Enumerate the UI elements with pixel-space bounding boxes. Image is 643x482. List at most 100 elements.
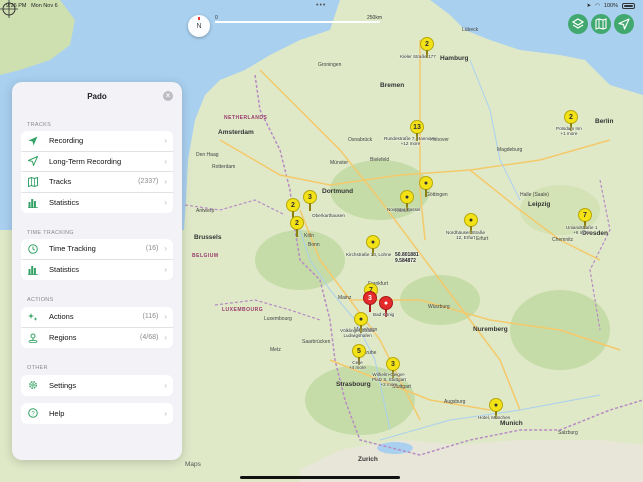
settings-group: Settings ›	[21, 375, 173, 396]
status-time: 9:26 PM Mon Nov 6	[6, 3, 58, 9]
map-icon	[27, 176, 38, 187]
region-pin-icon	[27, 332, 38, 343]
location-arrow-outline-icon	[27, 156, 38, 167]
sidebar-item-regions[interactable]: Regions (4/68) ›	[21, 328, 173, 349]
layers-icon	[572, 18, 584, 29]
pin-caption: Bad König	[373, 312, 395, 317]
city-label: Luxembourg	[264, 316, 292, 322]
chevron-right-icon: ›	[164, 156, 167, 166]
map-pin[interactable]: 3	[303, 190, 317, 212]
city-label: Strasbourg	[336, 381, 371, 388]
sidebar-item-long-term-recording[interactable]: Long-Term Recording ›	[21, 152, 173, 172]
section-header-other: OTHER	[27, 365, 48, 371]
city-label: Bremen	[380, 82, 405, 89]
city-label: Brussels	[194, 234, 222, 241]
sidebar-item-time-tracking[interactable]: Time Tracking (16) ›	[21, 239, 173, 260]
chevron-right-icon: ›	[164, 333, 167, 343]
chevron-right-icon: ›	[164, 244, 167, 254]
city-label: Munich	[500, 420, 523, 427]
city-label: Köln	[304, 233, 315, 239]
gear-icon	[27, 380, 38, 391]
sidebar-item-time-statistics[interactable]: Statistics ›	[21, 260, 173, 281]
maps-attribution[interactable]: Maps	[185, 461, 201, 468]
sidebar-item-tracks[interactable]: Tracks (2337) ›	[21, 172, 173, 193]
city-label: Rotterdam	[212, 164, 236, 170]
city-label: Salzburg	[558, 430, 578, 436]
city-label: Antwerp	[196, 208, 215, 214]
city-label: Metz	[270, 347, 281, 353]
section-header-tracks: TRACKS	[27, 122, 52, 128]
sidebar-item-recording[interactable]: Recording ›	[21, 131, 173, 152]
city-label: Mainz	[338, 295, 352, 301]
pin-caption: Rundestraße 7, Hannover +12 more	[384, 136, 437, 147]
city-label: Nuremberg	[473, 326, 508, 333]
city-label: Augsburg	[444, 399, 466, 405]
sidebar-title: Pado	[87, 92, 107, 101]
map-pin-selected[interactable]: 3	[363, 291, 377, 313]
clock-icon	[27, 243, 38, 254]
multitasking-dots[interactable]: •••	[316, 2, 326, 9]
map-pin[interactable]: ●	[419, 176, 433, 198]
location-arrow-icon	[27, 135, 38, 146]
city-label: Groningen	[318, 62, 342, 68]
sparkle-icon	[27, 311, 38, 322]
city-label: Leipzig	[528, 201, 551, 208]
coordinate-lon: 9.584872	[395, 258, 416, 264]
sidebar-item-actions[interactable]: Actions (116) ›	[21, 307, 173, 328]
chevron-right-icon: ›	[164, 265, 167, 275]
city-label: Würzburg	[428, 304, 450, 310]
map-type-button[interactable]	[591, 14, 611, 34]
map-pin[interactable]: 2	[290, 216, 304, 238]
chevron-right-icon: ›	[164, 136, 167, 146]
pin-caption: Hotel, München	[478, 415, 511, 420]
time-tracking-group: Time Tracking (16) › Statistics ›	[21, 239, 173, 280]
actions-group: Actions (116) › Regions (4/68) ›	[21, 307, 173, 348]
pin-caption: Völklinger Straße Ludwigshafen	[340, 328, 376, 339]
sidebar-item-settings[interactable]: Settings ›	[21, 375, 173, 396]
chevron-right-icon: ›	[164, 408, 167, 418]
country-label: LUXEMBOURG	[222, 307, 264, 313]
home-indicator[interactable]	[240, 476, 400, 479]
city-label: Dortmund	[322, 188, 354, 195]
chevron-right-icon: ›	[164, 198, 167, 208]
city-label: Magdeburg	[497, 147, 523, 153]
city-label: Chemnitz	[552, 237, 574, 243]
city-label: Halle (Saale)	[520, 192, 549, 198]
pin-caption: Uniandstraße 1 +6 more	[566, 225, 598, 236]
chevron-right-icon: ›	[164, 312, 167, 322]
help-group: ? Help ›	[21, 403, 173, 424]
country-label: NETHERLANDS	[224, 115, 268, 121]
country-label: BELGIUM	[192, 253, 219, 259]
tracks-group: Recording › Long-Term Recording › Tracks…	[21, 131, 173, 213]
pin-caption: Nordhäuser Straße 12, Erfurt	[446, 230, 486, 241]
pin-caption: Celle +4 more	[349, 360, 366, 371]
compass-button[interactable]: N	[188, 15, 210, 37]
coordinate-readout: 50.801881 9.584872	[395, 252, 419, 264]
city-label: Berlin	[595, 118, 614, 125]
battery-icon	[622, 3, 635, 9]
city-label: Saarbrücken	[302, 339, 331, 345]
pin-caption: Potsdam Inn +1 more	[556, 126, 582, 137]
sidebar-close-button[interactable]: ×	[163, 91, 173, 101]
wifi-icon: ◠	[595, 3, 600, 9]
locate-me-button[interactable]	[614, 14, 634, 34]
city-label: Zurich	[358, 456, 378, 463]
bar-chart-icon	[27, 197, 38, 208]
scale-bar: 0 250km	[215, 15, 383, 23]
question-mark-icon: ?	[27, 408, 38, 419]
city-label: Osnabrück	[348, 137, 373, 143]
city-label: Bonn	[308, 242, 320, 248]
pin-caption: Kirchstraße 14, Lohne	[346, 252, 392, 257]
sidebar-item-statistics[interactable]: Statistics ›	[21, 193, 173, 214]
city-label: Lübeck	[462, 27, 479, 33]
layers-button[interactable]	[568, 14, 588, 34]
city-label: Bielefeld	[370, 157, 390, 163]
location-icon: ➤	[586, 3, 592, 9]
chevron-right-icon: ›	[164, 177, 167, 187]
city-label: Münster	[330, 160, 349, 166]
sidebar-item-help[interactable]: ? Help ›	[21, 403, 173, 424]
status-bar: 9:26 PM Mon Nov 6 ••• ➤ ◠ 100%	[0, 0, 643, 12]
city-label: Hamburg	[440, 55, 469, 62]
city-label: Amsterdam	[218, 129, 254, 136]
city-label: Den Haag	[196, 152, 219, 158]
